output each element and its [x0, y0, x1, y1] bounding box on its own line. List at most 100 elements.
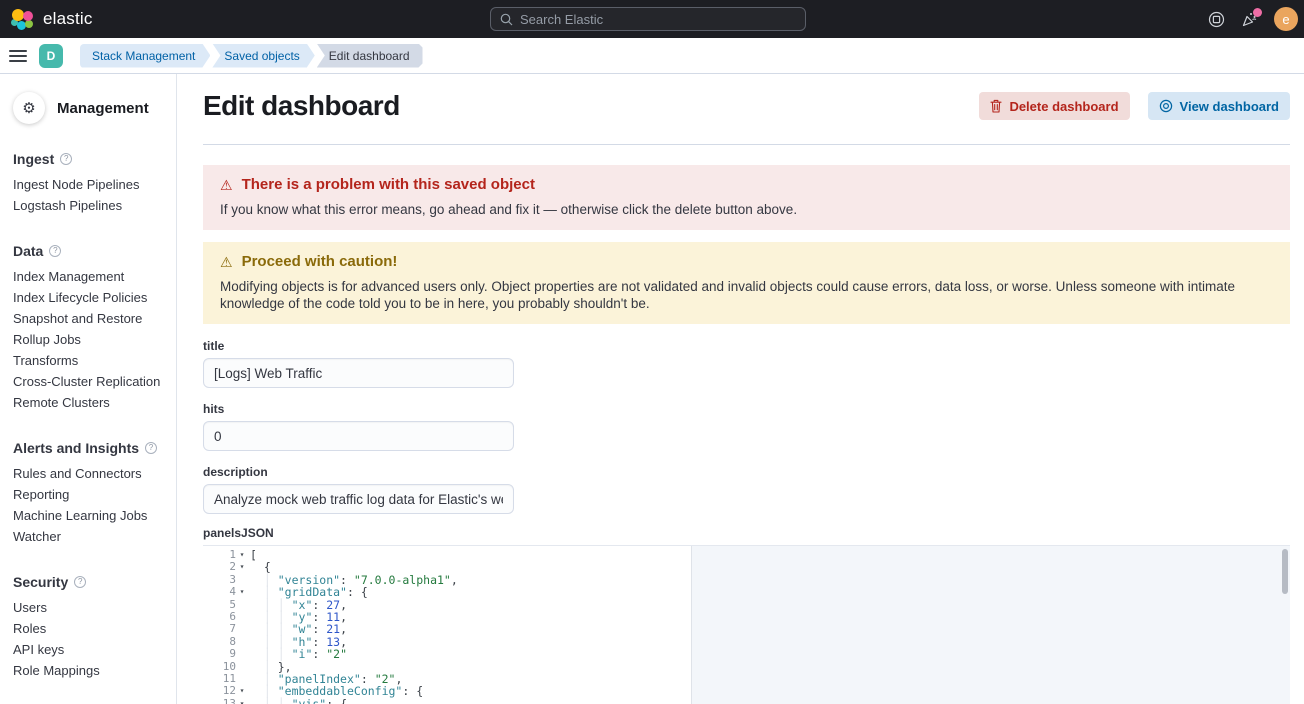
code-line: │ │ "vis": {	[250, 698, 1290, 704]
sidebar-item-logstash-pipelines[interactable]: Logstash Pipelines	[13, 195, 166, 216]
description-input[interactable]	[203, 484, 514, 514]
management-gear-icon: ⚙	[13, 92, 45, 124]
fold-arrow-icon[interactable]: ▾	[236, 549, 248, 561]
breadcrumb-bar: D Stack Management Saved objects Edit da…	[0, 38, 1304, 74]
code-line: │ │ "i": "2"	[250, 648, 1290, 660]
sidebar-item-roles[interactable]: Roles	[13, 618, 166, 639]
gutter-line: 4▾	[203, 586, 248, 598]
sidebar-item-cross-cluster-replication[interactable]: Cross-Cluster Replication	[13, 371, 166, 392]
sidebar-item-users[interactable]: Users	[13, 597, 166, 618]
warning-triangle-icon: ⚠	[220, 253, 233, 271]
field-description: description	[203, 465, 1290, 514]
sidebar-section-ingest: Ingest ? Ingest Node Pipelines Logstash …	[13, 151, 166, 216]
global-search[interactable]	[490, 7, 806, 31]
editor-code: [ { │ "version": "7.0.0-alpha1", │ "grid…	[250, 549, 1290, 704]
view-dashboard-label: View dashboard	[1180, 99, 1279, 114]
sidebar-item-ingest-node-pipelines[interactable]: Ingest Node Pipelines	[13, 174, 166, 195]
gutter-line: 7	[203, 623, 248, 635]
section-help-icon: ?	[60, 153, 72, 165]
section-label: Ingest	[13, 151, 54, 167]
gutter-line: 8	[203, 636, 248, 648]
sidebar-item-machine-learning-jobs[interactable]: Machine Learning Jobs	[13, 505, 166, 526]
section-help-icon: ?	[74, 576, 86, 588]
fold-arrow-icon[interactable]: ▾	[236, 685, 248, 697]
elastic-logo-icon	[11, 8, 34, 31]
error-callout-title: There is a problem with this saved objec…	[242, 176, 535, 194]
newsfeed-icon[interactable]	[1241, 11, 1258, 28]
fold-arrow-icon[interactable]: ▾	[236, 561, 248, 573]
section-help-icon: ?	[145, 442, 157, 454]
sidebar-section-security: Security ? Users Roles API keys Role Map…	[13, 574, 166, 681]
gutter-line: 6	[203, 611, 248, 623]
gutter-line: 9	[203, 648, 248, 660]
page-title: Edit dashboard	[203, 90, 400, 122]
top-header: elastic e	[0, 0, 1304, 38]
code-line: │ │ "h": 13,	[250, 636, 1290, 648]
gutter-line: 5	[203, 599, 248, 611]
warning-callout-title: Proceed with caution!	[242, 253, 398, 271]
sidebar-section-alerts-insights: Alerts and Insights ? Rules and Connecto…	[13, 440, 166, 547]
sidebar-item-reporting[interactable]: Reporting	[13, 484, 166, 505]
header-actions: e	[1208, 0, 1304, 38]
gutter-line: 12▾	[203, 685, 248, 697]
warning-callout: ⚠ Proceed with caution! Modifying object…	[203, 242, 1290, 324]
inspect-eye-icon	[1159, 99, 1173, 113]
code-line: [	[250, 549, 1290, 561]
code-line: │ },	[250, 661, 1290, 673]
gutter-line: 13▾	[203, 698, 248, 704]
main-content: Edit dashboard Delete dashboard View das…	[178, 74, 1304, 704]
search-icon	[500, 13, 513, 26]
hits-field-label: hits	[203, 402, 1290, 416]
field-hits: hits	[203, 402, 1290, 451]
delete-dashboard-button[interactable]: Delete dashboard	[979, 92, 1129, 120]
sidebar-item-transforms[interactable]: Transforms	[13, 350, 166, 371]
sidebar-item-index-lifecycle-policies[interactable]: Index Lifecycle Policies	[13, 287, 166, 308]
sidebar-item-rules-and-connectors[interactable]: Rules and Connectors	[13, 463, 166, 484]
warning-callout-body: Modifying objects is for advanced users …	[220, 278, 1273, 312]
code-line: │ │ "x": 27,	[250, 599, 1290, 611]
space-avatar[interactable]: D	[39, 44, 63, 68]
header-buttons: Delete dashboard View dashboard	[979, 92, 1290, 120]
gutter-line: 2▾	[203, 561, 248, 573]
header-divider	[203, 144, 1290, 145]
trash-icon	[990, 99, 1002, 113]
code-line: │ "embeddableConfig": {	[250, 685, 1290, 697]
delete-dashboard-label: Delete dashboard	[1009, 99, 1118, 114]
page-header: Edit dashboard Delete dashboard View das…	[203, 90, 1290, 122]
hits-input[interactable]	[203, 421, 514, 451]
sidebar-item-role-mappings[interactable]: Role Mappings	[13, 660, 166, 681]
user-avatar[interactable]: e	[1274, 7, 1298, 31]
code-line: │ "version": "7.0.0-alpha1",	[250, 574, 1290, 586]
breadcrumb-stack-management[interactable]: Stack Management	[80, 44, 210, 68]
field-panels-json: panelsJSON 1▾2▾34▾56789101112▾13▾14▾ [ {…	[203, 526, 1290, 704]
section-label: Security	[13, 574, 68, 590]
elastic-logo[interactable]: elastic	[0, 8, 93, 31]
sidebar-item-remote-clusters[interactable]: Remote Clusters	[13, 392, 166, 413]
section-label: Data	[13, 243, 43, 259]
sidebar-title: Management	[57, 100, 149, 117]
breadcrumb-saved-objects[interactable]: Saved objects	[212, 44, 314, 68]
sidebar-item-rollup-jobs[interactable]: Rollup Jobs	[13, 329, 166, 350]
management-sidebar: ⚙ Management Ingest ? Ingest Node Pipeli…	[0, 74, 177, 704]
menu-hamburger-icon[interactable]	[9, 46, 27, 66]
error-callout-body: If you know what this error means, go ah…	[220, 201, 1273, 218]
search-input[interactable]	[520, 12, 796, 27]
help-lifebuoy-icon[interactable]	[1208, 11, 1225, 28]
sidebar-item-snapshot-and-restore[interactable]: Snapshot and Restore	[13, 308, 166, 329]
title-input[interactable]	[203, 358, 514, 388]
fold-arrow-icon[interactable]: ▾	[236, 586, 248, 598]
view-dashboard-button[interactable]: View dashboard	[1148, 92, 1290, 120]
panels-json-label: panelsJSON	[203, 526, 1290, 540]
fold-arrow-icon[interactable]: ▾	[236, 698, 248, 704]
notification-dot	[1253, 8, 1262, 17]
sidebar-item-api-keys[interactable]: API keys	[13, 639, 166, 660]
gutter-line: 3	[203, 574, 248, 586]
breadcrumb: Stack Management Saved objects Edit dash…	[80, 44, 423, 68]
code-line: │ │ "w": 21,	[250, 623, 1290, 635]
panels-json-code-editor[interactable]: 1▾2▾34▾56789101112▾13▾14▾ [ { │ "version…	[203, 545, 1290, 704]
warning-triangle-icon: ⚠	[220, 176, 233, 194]
sidebar-item-watcher[interactable]: Watcher	[13, 526, 166, 547]
sidebar-section-data: Data ? Index Management Index Lifecycle …	[13, 243, 166, 413]
sidebar-item-index-management[interactable]: Index Management	[13, 266, 166, 287]
editor-scrollbar-thumb[interactable]	[1282, 549, 1288, 594]
